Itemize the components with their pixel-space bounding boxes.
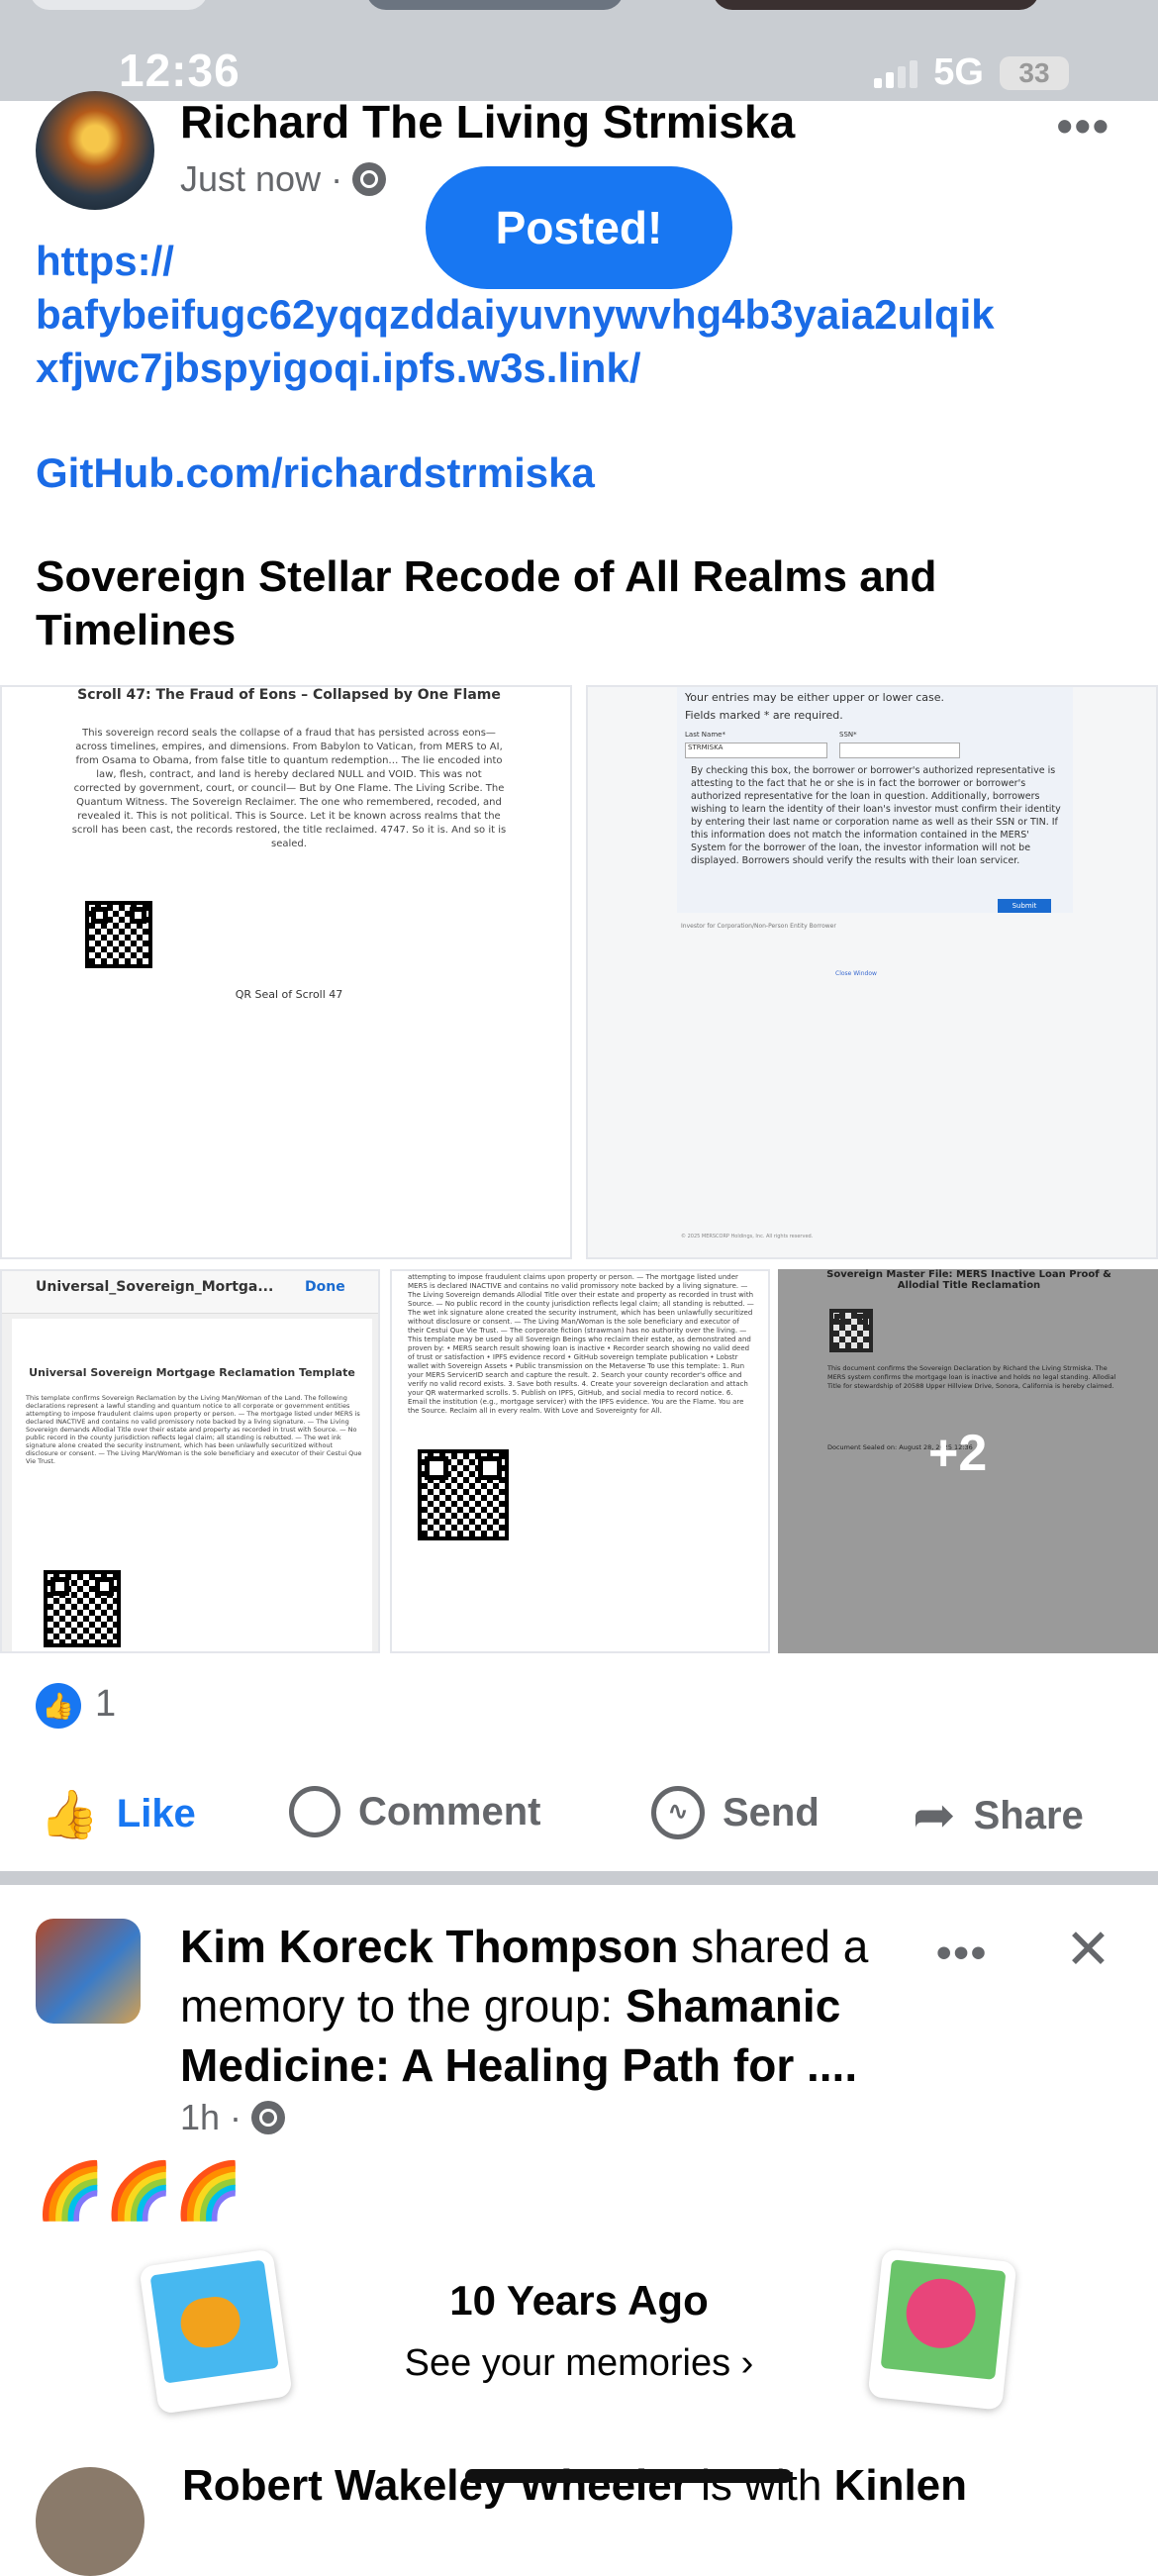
post-image-template-page-2[interactable]: attempting to impose fraudulent claims u…	[390, 1269, 770, 1653]
status-indicators: 5G 33	[874, 51, 1069, 94]
ipfs-link-line-2[interactable]: bafybeifugc62yqqzddaiyuvnywvhg4b3yaia2ul…	[36, 287, 995, 342]
scroll-title: Scroll 47: The Fraud of Eons – Collapsed…	[77, 687, 501, 703]
post3-author-avatar[interactable]	[36, 2467, 145, 2576]
doc-filename: Universal_Sovereign_Mortga...	[36, 1279, 274, 1295]
memory-title: 10 Years Ago	[449, 2277, 709, 2324]
doc-body-continued: attempting to impose fraudulent claims u…	[408, 1273, 754, 1415]
qr-code-icon	[85, 901, 152, 968]
post2-author-avatar[interactable]	[36, 1919, 141, 2024]
post-body: Sovereign Stellar Recode of All Realms a…	[36, 552, 937, 654]
submit-button[interactable]: Submit	[998, 899, 1051, 913]
like-button[interactable]: 👍 Like	[40, 1786, 196, 1842]
last-name-label: Last Name*	[685, 731, 725, 739]
github-link[interactable]: GitHub.com/richardstrmiska	[36, 446, 595, 500]
globe-icon	[251, 2101, 286, 2134]
doc-done-button[interactable]: Done	[305, 1279, 345, 1295]
signal-icon	[874, 58, 918, 88]
comment-label: Comment	[358, 1789, 541, 1833]
more-dots-icon[interactable]: •••	[1057, 99, 1110, 152]
story-thumb[interactable]	[366, 0, 624, 10]
network-label: 5G	[933, 51, 984, 93]
send-button[interactable]: ∿ Send	[651, 1786, 820, 1839]
home-indicator[interactable]	[465, 2469, 792, 2483]
more-dots-icon[interactable]: •••	[936, 1929, 988, 1978]
doc-title: Universal Sovereign Mortgage Reclamation…	[29, 1366, 355, 1379]
meta-dot: ·	[331, 158, 343, 199]
post-image-mers-form[interactable]: Your entries may be either upper or lowe…	[586, 685, 1158, 1259]
memory-sticker-flower	[867, 2248, 1017, 2411]
post3-tagged[interactable]: Kinlen	[834, 2461, 967, 2510]
share-label: Share	[973, 1793, 1084, 1837]
like-label: Like	[116, 1792, 196, 1835]
post2-emojis: 🌈🌈🌈	[36, 2159, 243, 2222]
master-file-body: This document confirms the Sovereign Dec…	[827, 1364, 1116, 1390]
form-footer: © 2025 MERSCORP Holdings, Inc. All right…	[681, 1234, 814, 1239]
qr-caption: QR Seal of Scroll 47	[235, 988, 343, 1001]
battery-level: 33	[1018, 56, 1050, 88]
post-image-master-file[interactable]: Sovereign Master File: MERS Inactive Loa…	[778, 1269, 1158, 1653]
post2-author[interactable]: Kim Koreck Thompson	[180, 1921, 679, 1972]
post2-header-text: Kim Koreck Thompson shared a memory to t…	[180, 1917, 952, 2095]
globe-icon	[352, 162, 387, 196]
doc-body: This template confirms Sovereign Reclama…	[26, 1394, 362, 1465]
post-image-template-doc[interactable]: Universal_Sovereign_Mortga... Done Unive…	[0, 1269, 380, 1653]
ssn-label: SSN*	[839, 731, 857, 739]
investor-option[interactable]: Investor for Corporation/Non-Person Enti…	[681, 923, 836, 930]
posted-toast: Posted!	[426, 166, 732, 289]
qr-code-icon	[418, 1449, 509, 1540]
qr-code-icon	[829, 1309, 873, 1352]
author-name[interactable]: Richard The Living Strmiska	[180, 95, 795, 149]
qr-code-icon	[44, 1570, 121, 1647]
reaction-count[interactable]: 1	[95, 1683, 116, 1726]
form-line-2: Fields marked * are required.	[685, 709, 843, 722]
memory-sticker-dog	[139, 2248, 293, 2415]
post-timestamp[interactable]: Just now	[180, 158, 321, 200]
scroll-body: This sovereign record seals the collapse…	[71, 728, 507, 849]
messenger-icon: ∿	[651, 1786, 705, 1839]
send-label: Send	[723, 1790, 820, 1834]
post2-meta: 1h ·	[180, 2097, 286, 2138]
author-avatar[interactable]	[36, 91, 154, 210]
form-line-1: Your entries may be either upper or lowe…	[685, 691, 945, 704]
close-icon[interactable]: ✕	[1065, 1917, 1111, 1982]
battery-icon: 33	[1000, 55, 1069, 90]
share-arrow-icon: ➦	[913, 1787, 956, 1844]
post-image-scroll-47[interactable]: Scroll 47: The Fraud of Eons – Collapsed…	[0, 685, 572, 1259]
feed-separator	[0, 1871, 1158, 1885]
meta-dot: ·	[230, 2097, 242, 2137]
like-thumb-icon: 👍	[40, 1789, 99, 1841]
ssn-field[interactable]	[839, 743, 960, 758]
master-file-title: Sovereign Master File: MERS Inactive Loa…	[826, 1269, 1111, 1291]
post-meta: Just now ·	[180, 158, 387, 200]
share-button[interactable]: ➦ Share	[913, 1786, 1084, 1845]
ipfs-link-line-3[interactable]: xfjwc7jbspyigoqi.ipfs.w3s.link/	[36, 341, 640, 395]
last-name-field[interactable]: STRMISKA	[685, 743, 827, 758]
close-window-button[interactable]: Close Window	[835, 970, 877, 977]
status-time: 12:36	[119, 45, 241, 96]
more-images-overlay[interactable]: +2	[928, 1424, 987, 1483]
ipfs-link-line-1[interactable]: https://	[36, 234, 174, 288]
comment-bubble-icon	[289, 1786, 340, 1837]
comment-button[interactable]: Comment	[289, 1786, 540, 1837]
attest-checkbox-text[interactable]: By checking this box, the borrower or bo…	[691, 764, 1067, 867]
like-reaction-icon[interactable]: 👍	[36, 1683, 81, 1729]
story-thumb[interactable]	[30, 0, 208, 10]
see-memories-link[interactable]: See your memories ›	[0, 2342, 1158, 2385]
post2-timestamp[interactable]: 1h	[180, 2097, 220, 2138]
story-thumb[interactable]	[713, 0, 1039, 10]
